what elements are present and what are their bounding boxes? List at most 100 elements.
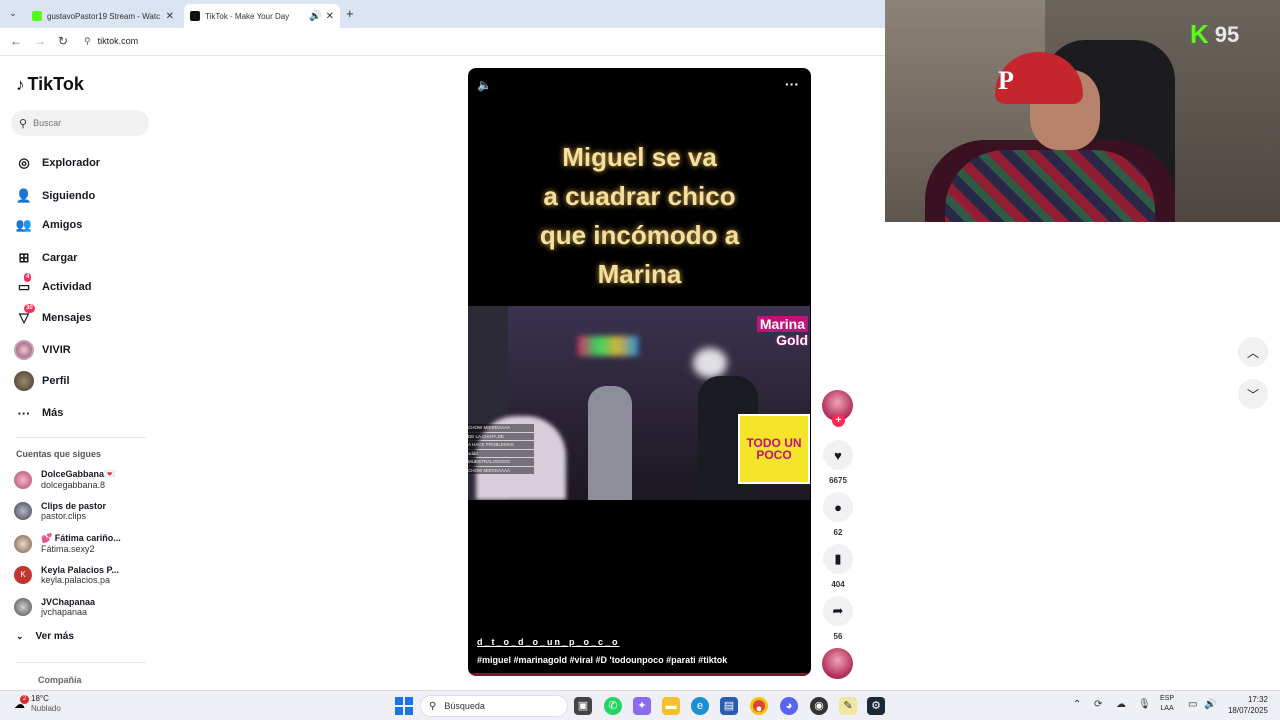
tab-title: TikTok - Make Your Day bbox=[205, 11, 290, 21]
kick-logo-icon: K bbox=[1190, 19, 1209, 49]
heart-icon[interactable]: ♥ bbox=[823, 440, 853, 470]
tab-search-icon[interactable]: ⌄ bbox=[6, 8, 20, 20]
stream-chat-overlay: CHOW MIERDAAAA DE LA CHATA DE A HACE PRO… bbox=[468, 424, 534, 475]
company-link[interactable]: Compañía bbox=[38, 675, 82, 685]
tab-tiktok[interactable]: TikTok - Make Your Day 🔊 ✕ bbox=[184, 4, 340, 28]
steam-icon[interactable]: ⚙ bbox=[867, 697, 885, 715]
sidebar-item-cargar[interactable]: ⊞ Cargar bbox=[14, 248, 144, 268]
file-explorer-icon[interactable]: ▬ bbox=[662, 697, 680, 715]
video-hashtags[interactable]: #miguel #marinagold #viral #D 'todounpoc… bbox=[477, 655, 727, 665]
sidebar-item-siguiendo[interactable]: 👤 Siguiendo bbox=[14, 186, 144, 206]
speaker-icon[interactable]: 🔊 bbox=[1204, 699, 1216, 710]
tiktok-note-icon: ♪ bbox=[16, 74, 25, 94]
search-box[interactable]: ⚲ bbox=[11, 110, 149, 136]
sidebar-item-label: Explorador bbox=[42, 157, 101, 169]
audio-playing-icon[interactable]: 🔊 bbox=[309, 11, 321, 22]
sidebar-item-actividad[interactable]: ▭ 4 Actividad bbox=[14, 273, 144, 297]
phillies-logo-icon: P bbox=[998, 66, 1014, 95]
video-progress-bar[interactable] bbox=[468, 673, 811, 676]
viewer-counter: K 95 bbox=[1190, 19, 1239, 50]
chat-line: A HACE PROBLEMAS bbox=[468, 441, 534, 449]
more-options-icon[interactable]: ··· bbox=[785, 76, 799, 92]
language-indicator[interactable]: ESP LAA bbox=[1160, 694, 1174, 714]
sidebar-item-amigos[interactable]: 👥 Amigos bbox=[14, 215, 144, 235]
store-icon[interactable]: ▤ bbox=[720, 697, 738, 715]
weather-icon: ☁ 2 bbox=[14, 694, 29, 711]
volume-icon[interactable]: 🔈 bbox=[477, 78, 492, 92]
back-icon[interactable]: ← bbox=[10, 34, 22, 48]
network-icon[interactable]: ▭ bbox=[1188, 699, 1197, 710]
comment-action[interactable]: ● 62 bbox=[823, 492, 853, 537]
chat-line: xddd bbox=[468, 449, 534, 457]
save-action[interactable]: ▮ 404 bbox=[823, 544, 853, 589]
search-icon: ⚲ bbox=[429, 700, 437, 712]
start-button[interactable] bbox=[395, 697, 413, 715]
system-clock[interactable]: 17:32 18/07/2025 bbox=[1224, 694, 1268, 716]
taskbar-search[interactable]: ⚲ Búsqueda bbox=[420, 695, 568, 717]
tab-kick-stream[interactable]: gustavoPastor19 Stream - Watc ✕ bbox=[26, 4, 180, 28]
account-avatar bbox=[14, 502, 32, 520]
account-avatar: K bbox=[14, 566, 32, 584]
close-tab-icon[interactable]: ✕ bbox=[166, 11, 174, 22]
see-more-button[interactable]: ⌄ Ver más bbox=[16, 631, 74, 642]
following-account[interactable]: JVChapanaa jvchapanaa bbox=[14, 597, 131, 617]
url-field[interactable]: ⚲ tiktok.com bbox=[84, 36, 138, 47]
activity-badge: 4 bbox=[24, 273, 32, 282]
edge-icon[interactable]: e bbox=[691, 697, 709, 715]
sidebar-item-label: VIVIR bbox=[42, 344, 71, 356]
site-info-icon[interactable]: ⚲ bbox=[84, 36, 91, 46]
share-icon[interactable]: ➦ bbox=[823, 596, 853, 626]
sidebar-item-perfil[interactable]: Perfil bbox=[14, 371, 144, 391]
bookmark-icon[interactable]: ▮ bbox=[823, 544, 853, 574]
address-bar-row: ← → ↻ ⚲ tiktok.com bbox=[0, 28, 885, 56]
video-author-link[interactable]: d_t_o_d_o_un_p_o_c_o bbox=[477, 637, 620, 647]
share-action[interactable]: ➦ 56 bbox=[823, 596, 853, 641]
video-player[interactable]: 🔈 ··· Miguel se va a cuadrar chico que i… bbox=[468, 68, 811, 676]
following-section-title: Cuentas que sigues bbox=[16, 449, 102, 459]
comment-icon[interactable]: ● bbox=[823, 492, 853, 522]
new-tab-button[interactable]: + bbox=[346, 6, 354, 21]
whatsapp-icon[interactable]: ✆ bbox=[604, 697, 622, 715]
sidebar-item-vivir[interactable]: VIVIR bbox=[14, 340, 144, 360]
microphone-icon[interactable]: 🎙 bbox=[1138, 699, 1151, 710]
next-video-button[interactable]: ﹀ bbox=[1238, 379, 1268, 409]
following-account[interactable]: Clips de pastor pastor.clips bbox=[14, 501, 131, 521]
lang-layout: LAA bbox=[1160, 705, 1174, 712]
notes-icon[interactable]: ✎ bbox=[839, 697, 857, 715]
account-handle: jvchapanaa bbox=[41, 607, 88, 617]
marina-gold-logo: Marina Gold bbox=[740, 316, 808, 358]
sidebar-item-explorador[interactable]: ◎ Explorador bbox=[14, 153, 144, 173]
tray-cloud-icon[interactable]: ☁ bbox=[1116, 699, 1126, 710]
more-icon: ··· bbox=[17, 405, 31, 421]
following-account[interactable]: 💕 Fátima cariño... Fátima.sexy2 bbox=[14, 533, 131, 554]
discord-icon[interactable]: ◕ bbox=[780, 697, 798, 715]
chrome-icon[interactable]: ● bbox=[750, 697, 768, 715]
previous-video-button[interactable]: ︿ bbox=[1238, 337, 1268, 367]
like-action[interactable]: ♥ 6675 bbox=[823, 440, 853, 485]
sound-avatar[interactable] bbox=[822, 648, 853, 679]
search-input[interactable] bbox=[33, 118, 134, 128]
sidebar-item-mas[interactable]: ··· Más bbox=[14, 403, 144, 423]
comment-count: 62 bbox=[833, 528, 843, 537]
follow-plus-button[interactable]: + bbox=[832, 414, 845, 427]
close-tab-icon[interactable]: ✕ bbox=[326, 11, 334, 22]
forward-icon[interactable]: → bbox=[34, 34, 46, 48]
chat-line: DE LA CHATA DE bbox=[468, 432, 534, 440]
scene-person-center bbox=[588, 386, 632, 500]
following-account[interactable]: DolceGabbana💌 dolcegabbana.8 bbox=[14, 469, 131, 490]
task-view-icon[interactable]: ▣ bbox=[574, 697, 592, 715]
tray-overflow-icon[interactable]: ⌃ bbox=[1073, 699, 1081, 710]
following-account[interactable]: K Keyla Palacios P... keyla.palacios.pa bbox=[14, 565, 131, 585]
account-name: 💕 Fátima cariño... bbox=[41, 533, 121, 543]
weather-widget[interactable]: ☁ 2 18°C Nublado bbox=[14, 694, 61, 714]
reload-icon[interactable]: ↻ bbox=[58, 34, 68, 48]
tiktok-logo[interactable]: ♪ TikTok bbox=[16, 74, 84, 95]
chevron-down-icon: ﹀ bbox=[1246, 387, 1259, 402]
friends-icon: 👥 bbox=[15, 217, 33, 232]
tray-app-icon[interactable]: ⟳ bbox=[1094, 699, 1102, 710]
sidebar-item-label: Más bbox=[42, 407, 64, 419]
sidebar-item-mensajes[interactable]: ▽ 30 Mensajes bbox=[14, 304, 144, 328]
caption-line: que incómodo a bbox=[539, 220, 740, 250]
copilot-icon[interactable]: ✦ bbox=[633, 697, 651, 715]
obs-icon[interactable]: ◉ bbox=[810, 697, 828, 715]
